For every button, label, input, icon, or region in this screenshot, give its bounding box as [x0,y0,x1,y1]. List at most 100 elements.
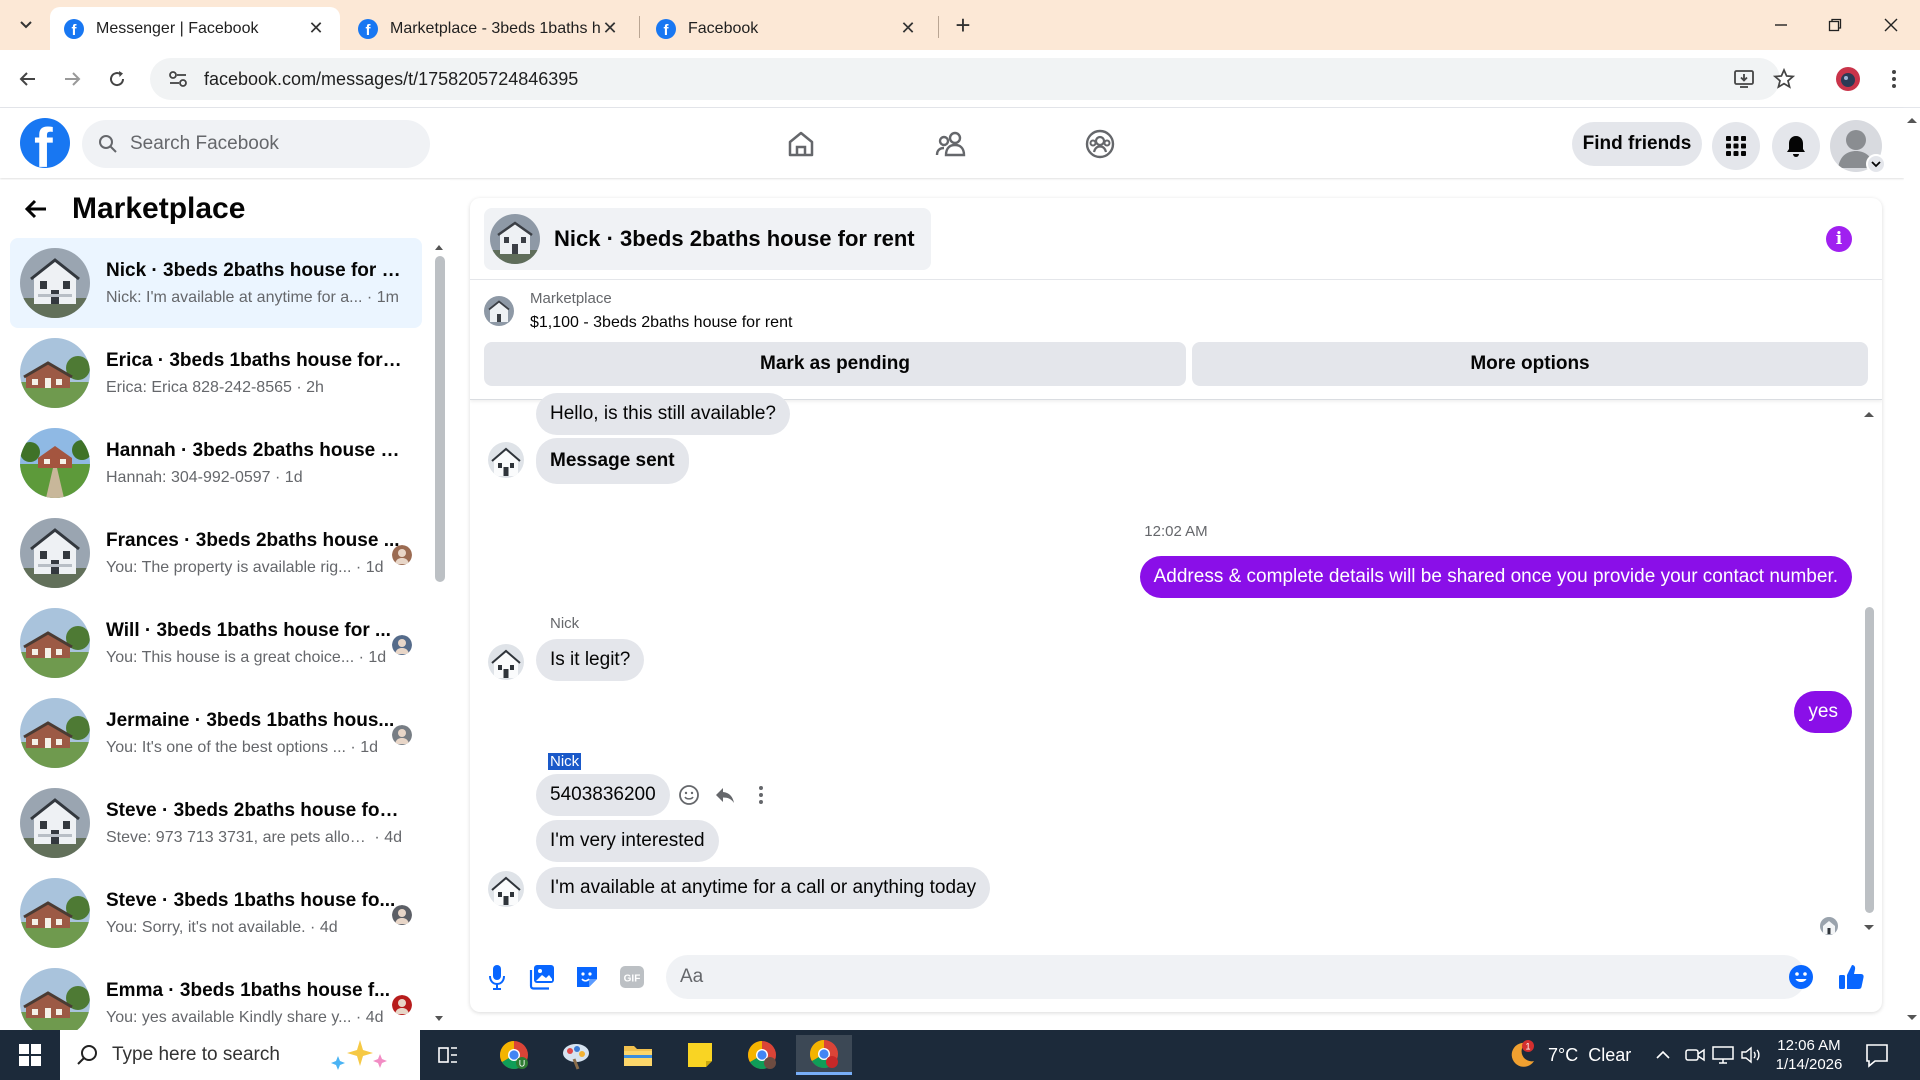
reply-button[interactable] [712,782,738,808]
message-bubble[interactable]: Is it legit? [536,639,645,681]
page-scrollbar[interactable] [1904,108,1920,1030]
sender-avatar[interactable] [488,644,524,680]
message-bubble[interactable]: Hello, is this still available? [536,393,790,435]
site-info-icon[interactable] [158,70,198,88]
notifications-button[interactable] [1772,122,1820,170]
find-friends-button[interactable]: Find friends [1572,122,1702,166]
windows-taskbar: Type here to search U 1 7°C Clear 12:06 … [0,1030,1920,1080]
close-icon[interactable]: ✕ [898,18,918,39]
message-bubble[interactable]: 5403836200 [536,774,670,816]
conversation-item[interactable]: Jermaine · 3beds 1baths hous... You: It's… [10,688,422,778]
message-bubble[interactable]: I'm very interested [536,820,719,862]
install-app-button[interactable] [1728,63,1760,95]
conversation-item[interactable]: Erica · 3beds 1baths house for rent Erica… [10,328,422,418]
taskbar-search-input[interactable]: Type here to search [60,1030,420,1080]
more-actions-button[interactable] [748,782,774,808]
sender-avatar[interactable] [488,871,524,907]
conversation-item[interactable]: Steve · 3beds 2baths house for r... Steve… [10,778,422,868]
tab-search-menu[interactable] [8,7,44,43]
network-button[interactable] [1712,1044,1734,1066]
message-bubble-outgoing[interactable]: Address & complete details will be share… [1139,556,1852,598]
message-input[interactable]: Aa [666,955,1806,999]
chat-scrollbar[interactable] [1862,409,1876,933]
facebook-logo[interactable]: f [20,118,70,168]
start-button[interactable] [10,1040,50,1070]
listing-photo [20,608,90,678]
sticker-button[interactable] [572,962,602,992]
gif-button[interactable]: GIF [617,962,647,992]
read-receipt-avatar [392,905,412,925]
voice-clip-button[interactable] [482,962,512,992]
browser-profile-button[interactable] [1832,63,1864,95]
tab-facebook[interactable]: f Facebook ✕ [642,7,932,50]
weather-widget[interactable]: 1 7°C Clear [1506,1030,1631,1080]
message-bubble-outgoing[interactable]: yes [1794,691,1852,733]
close-icon[interactable]: ✕ [306,18,326,39]
chevron-down-icon [20,21,32,29]
reload-button[interactable] [101,63,133,95]
grid-menu-icon [1726,136,1746,156]
restore-button[interactable] [1806,0,1864,50]
taskbar-chrome-app[interactable]: U [486,1035,542,1075]
react-button[interactable] [676,782,702,808]
nav-home[interactable] [779,122,823,166]
notification-icon [1866,1044,1888,1068]
menu-button[interactable] [1712,122,1760,170]
conversation-item[interactable]: Steve · 3beds 1baths house fo... You: Sor… [10,868,422,958]
tab-messenger[interactable]: f Messenger | Facebook ✕ [50,7,340,50]
sidebar-scrollbar[interactable] [433,242,445,1024]
tab-marketplace[interactable]: f Marketplace - 3beds 1baths ho ✕ [344,7,634,50]
info-icon[interactable]: i [1826,226,1852,252]
message-bubble[interactable]: Message sent [536,438,689,484]
conversation-item[interactable]: Will · 3beds 1baths house for ... You: Th… [10,598,422,688]
read-receipt-avatar [392,635,412,655]
clock[interactable]: 12:06 AM 1/14/2026 [1766,1036,1852,1074]
taskbar-file-explorer[interactable] [610,1035,666,1075]
conversation-name: Emma · 3beds 1baths house f... [106,979,391,1001]
notification-center-button[interactable] [1864,1042,1890,1068]
account-menu-chevron[interactable] [1866,154,1886,174]
search-facebook-input[interactable]: Search Facebook [82,120,430,168]
taskbar-chrome-profile-3[interactable] [796,1035,852,1075]
listing-thumbnail[interactable] [484,296,514,326]
volume-button[interactable] [1740,1044,1762,1066]
taskbar-chrome-profile-2[interactable] [734,1035,790,1075]
emoji-button[interactable] [1788,964,1814,990]
attach-photo-button[interactable] [527,962,557,992]
show-hidden-icons-button[interactable] [1652,1044,1674,1066]
scrollbar-thumb[interactable] [1865,607,1874,913]
send-like-button[interactable] [1836,962,1866,992]
new-tab-button[interactable]: + [948,10,978,40]
mark-as-pending-button[interactable]: Mark as pending [484,342,1186,386]
sender-avatar[interactable] [488,442,524,478]
chrome-icon: U [500,1041,528,1069]
emoji-icon [1789,965,1813,989]
conversation-item[interactable]: Frances · 3beds 2baths house ... You: The… [10,508,422,598]
taskbar-app-globe[interactable] [548,1035,604,1075]
taskbar-sticky-notes[interactable] [672,1035,728,1075]
listing-title[interactable]: $1,100 - 3beds 2baths house for rent [530,314,792,332]
forward-button[interactable] [56,63,88,95]
clock-date: 1/14/2026 [1775,1056,1843,1073]
close-window-button[interactable] [1862,0,1920,50]
more-options-button[interactable]: More options [1192,342,1868,386]
chat-title-button[interactable]: Nick · 3beds 2baths house for rent [484,208,931,270]
conversation-item[interactable]: Nick · 3beds 2baths house for re... Nick:… [10,238,422,328]
task-view-button[interactable] [420,1035,476,1075]
tab-title: Messenger | Facebook [96,19,259,37]
nav-friends[interactable] [929,122,973,166]
close-icon[interactable]: ✕ [600,18,620,39]
arrow-left-icon[interactable] [24,198,48,220]
nav-groups[interactable] [1078,122,1122,166]
address-bar[interactable]: facebook.com/messages/t/1758205724846395 [150,58,1780,100]
message-bubble[interactable]: I'm available at anytime for a call or a… [536,867,991,909]
conversation-item[interactable]: Hannah · 3beds 2baths house fo... Hannah:… [10,418,422,508]
browser-menu-button[interactable] [1878,63,1910,95]
listing-photo [20,878,90,948]
bookmark-button[interactable] [1768,63,1800,95]
meet-now-button[interactable] [1684,1044,1706,1066]
conversation-name: Frances · 3beds 2baths house ... [106,529,400,551]
back-button[interactable] [12,63,44,95]
minimize-button[interactable] [1752,0,1810,50]
scrollbar-thumb[interactable] [435,256,445,582]
